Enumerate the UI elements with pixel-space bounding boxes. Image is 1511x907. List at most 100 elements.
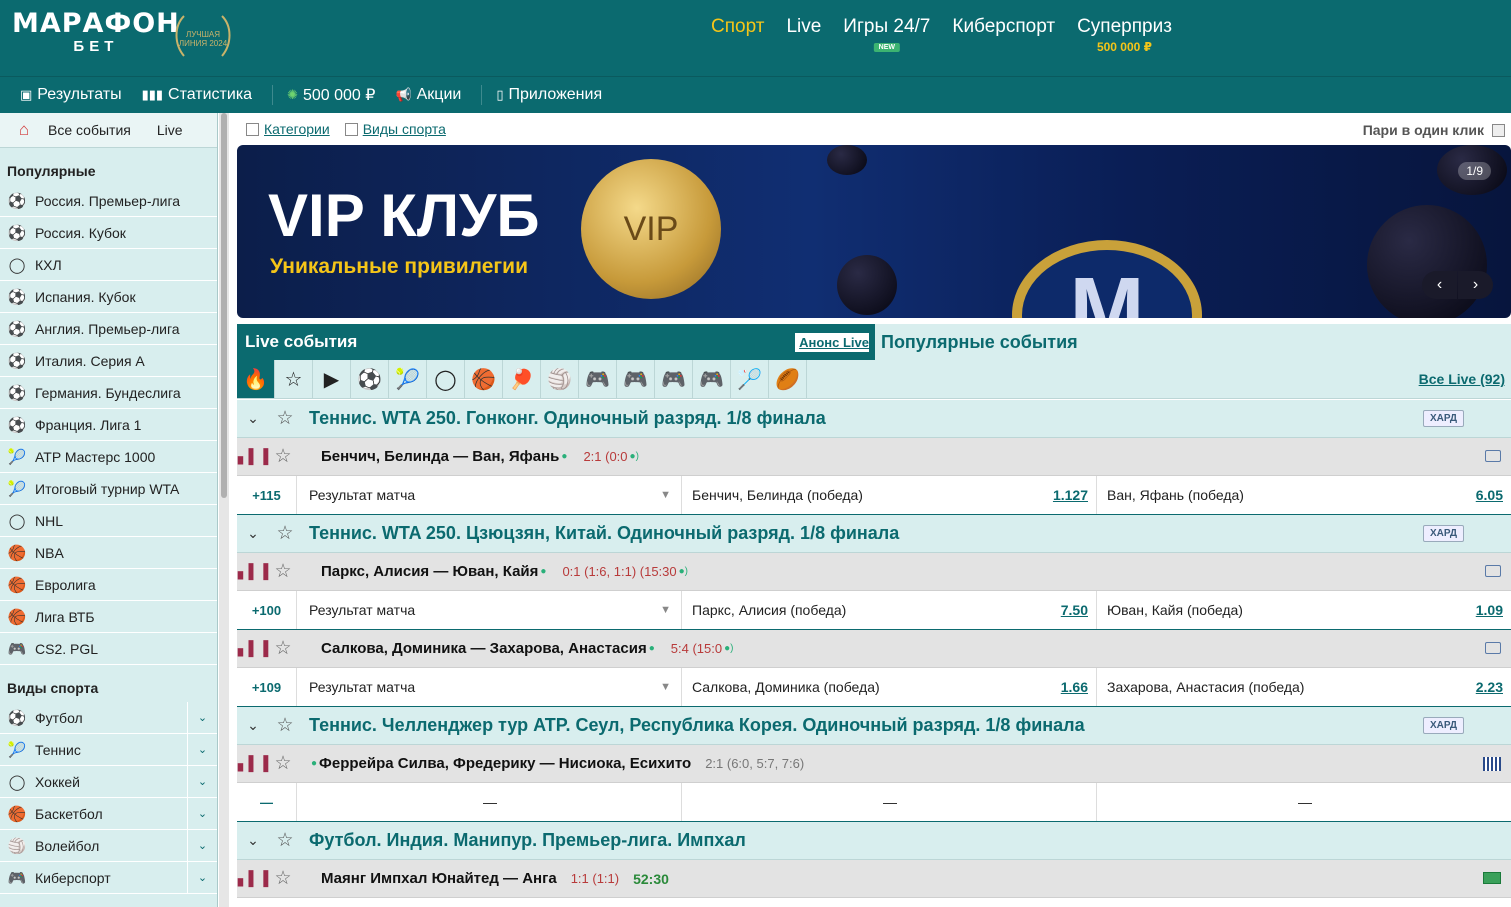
tv-icon[interactable]	[1485, 565, 1501, 577]
tv-icon[interactable]	[1485, 450, 1501, 462]
chevron-down-icon[interactable]: ⌄	[187, 766, 217, 797]
chevron-down-icon[interactable]: ⌄	[187, 830, 217, 861]
sidebar-item[interactable]: 🎾 Теннис ⌄	[0, 734, 217, 766]
sport-types-checkbox[interactable]	[344, 122, 358, 136]
star-icon[interactable]: ☆	[269, 445, 297, 468]
chevron-down-icon[interactable]: ⌄	[237, 717, 269, 734]
sidebar-item[interactable]: ⚽ Англия. Премьер-лига	[0, 313, 217, 345]
fire-icon[interactable]: 🔥	[237, 360, 275, 398]
field-icon[interactable]	[1483, 872, 1501, 884]
tab-popular-events[interactable]: Популярные события	[875, 324, 1078, 360]
nav-sport[interactable]: Спорт	[711, 16, 764, 54]
sidebar-item[interactable]: ⚽ Испания. Кубок	[0, 281, 217, 313]
sidebar-item[interactable]: ⚽ Италия. Серия A	[0, 345, 217, 377]
chevron-down-icon[interactable]: ⌄	[237, 410, 269, 427]
categories-checkbox[interactable]	[246, 122, 259, 136]
stats-icon[interactable]: ▖▌▐	[237, 755, 269, 772]
nav-games[interactable]: Игры 24/7 NEW	[843, 16, 930, 54]
gamepad-icon[interactable]: 🎮	[617, 360, 655, 398]
tv-icon[interactable]	[1485, 642, 1501, 654]
sidebar-item[interactable]: 🏀 Лига ВТБ	[0, 601, 217, 633]
apps-link[interactable]: ▯ Приложения	[496, 86, 602, 104]
star-icon[interactable]: ☆	[269, 752, 297, 775]
chevron-down-icon[interactable]: ⌄	[237, 832, 269, 849]
star-icon[interactable]: ☆	[275, 360, 313, 398]
sidebar-item[interactable]: 🎮 Киберспорт ⌄	[0, 862, 217, 894]
chevron-down-icon[interactable]: ▼	[660, 681, 671, 693]
odd-cell[interactable]: Захарова, Анастасия (победа) 2.23	[1097, 668, 1511, 706]
odd-cell[interactable]: Юван, Кайя (победа) 1.09	[1097, 591, 1511, 629]
sidebar-item[interactable]: ⚽ Россия. Премьер-лига	[0, 185, 217, 217]
league-header[interactable]: ⌄ ☆ Теннис. WTA 250. Цзюцзян, Китай. Одино…	[237, 515, 1511, 553]
star-icon[interactable]: ☆	[269, 637, 297, 660]
match-name[interactable]: Маянг Импхал Юнайтед — Анга	[321, 870, 557, 887]
star-icon[interactable]: ☆	[269, 867, 297, 890]
match-row[interactable]: ▖▌▐ ☆ Бенчич, Белинда — Ван, Яфань ● 2:1 (0:…	[237, 438, 1511, 476]
market-select[interactable]: Результат матча ▼	[297, 591, 682, 629]
chevron-down-icon[interactable]: ⌄	[187, 734, 217, 765]
market-select[interactable]: Результат матча ▼	[297, 476, 682, 514]
table-tennis-icon[interactable]: 🏓	[503, 360, 541, 398]
league-header[interactable]: ⌄ ☆ Теннис. WTA 250. Гонконг. Одиночный ра…	[237, 400, 1511, 438]
tab-live-events[interactable]: Live события Анонс Live	[237, 324, 875, 360]
league-header[interactable]: ⌄ ☆ Теннис. Челленджер тур ATP. Сеул, Респ…	[237, 707, 1511, 745]
gamepad-icon[interactable]: 🎮	[693, 360, 731, 398]
sidebar-item[interactable]: 🏐 Волейбол ⌄	[0, 830, 217, 862]
badminton-icon[interactable]: 🏸	[731, 360, 769, 398]
sidebar-item[interactable]: ⚽ Футбол ⌄	[0, 702, 217, 734]
sidebar-item[interactable]: ◯ КХЛ	[0, 249, 217, 281]
chevron-down-icon[interactable]: ▼	[660, 604, 671, 616]
match-name[interactable]: Феррейра Силва, Фредерику — Нисиока, Еси…	[319, 755, 691, 772]
star-icon[interactable]: ☆	[269, 714, 301, 737]
categories-link[interactable]: Категории	[264, 121, 330, 137]
gamepad-icon[interactable]: 🎮	[655, 360, 693, 398]
odd-cell[interactable]: Бенчич, Белинда (победа) 1.127	[682, 476, 1097, 514]
chevron-down-icon[interactable]: ⌄	[187, 862, 217, 893]
gamepad-icon[interactable]: 🎮	[579, 360, 617, 398]
tab-all-events[interactable]: Все события	[48, 122, 131, 138]
sidebar-scrollbar[interactable]	[219, 113, 229, 907]
odd-value[interactable]: 6.05	[1476, 487, 1503, 503]
odd-value[interactable]: 1.66	[1061, 679, 1088, 695]
prize-link[interactable]: ✺ 500 000 ₽	[287, 85, 375, 105]
promo-banner[interactable]: VIP КЛУБ Уникальные привилегии VIP M 1/9…	[237, 145, 1511, 318]
stats-icon[interactable]: ▖▌▐	[237, 563, 269, 580]
basketball-icon[interactable]: 🏀	[465, 360, 503, 398]
sidebar-item[interactable]: 🎮 CS2. PGL	[0, 633, 217, 665]
tennis-icon[interactable]: 🎾	[389, 360, 427, 398]
chevron-down-icon[interactable]: ⌄	[187, 702, 217, 733]
scrollbar-thumb[interactable]	[221, 113, 227, 498]
prev-arrow-icon[interactable]: ‹	[1422, 271, 1457, 299]
sidebar-item[interactable]: ◯ NHL	[0, 505, 217, 537]
match-row[interactable]: ▖▌▐ ☆ Салкова, Доминика — Захарова, Анаста…	[237, 630, 1511, 668]
odd-value[interactable]: 1.127	[1053, 487, 1088, 503]
odd-cell[interactable]: Салкова, Доминика (победа) 1.66	[682, 668, 1097, 706]
video-icon[interactable]: ▶	[313, 360, 351, 398]
rugby-icon[interactable]: 🏉	[769, 360, 807, 398]
sidebar-item[interactable]: 🏀 Евролига	[0, 569, 217, 601]
star-icon[interactable]: ☆	[269, 829, 301, 852]
football-icon[interactable]: ⚽	[351, 360, 389, 398]
match-name[interactable]: Салкова, Доминика — Захарова, Анастасия	[321, 640, 647, 657]
market-select[interactable]: Результат матча ▼	[297, 668, 682, 706]
chevron-down-icon[interactable]: ⌄	[187, 798, 217, 829]
sidebar-item[interactable]: ⚽ Россия. Кубок	[0, 217, 217, 249]
chevron-down-icon[interactable]: ⌄	[237, 525, 269, 542]
nav-superprize[interactable]: Суперприз 500 000 ₽	[1077, 16, 1172, 54]
more-markets-link[interactable]: +100	[237, 591, 297, 629]
more-markets-link[interactable]: +115	[237, 476, 297, 514]
results-link[interactable]: ▣ Результаты	[20, 86, 122, 104]
star-icon[interactable]: ☆	[269, 522, 301, 545]
hockey-icon[interactable]: ◯	[427, 360, 465, 398]
match-name[interactable]: Бенчич, Белинда — Ван, Яфань	[321, 448, 559, 465]
next-arrow-icon[interactable]: ›	[1458, 271, 1493, 299]
odd-cell[interactable]: Паркс, Алисия (победа) 7.50	[682, 591, 1097, 629]
chevron-down-icon[interactable]: ▼	[660, 489, 671, 501]
home-icon[interactable]: ⌂	[0, 120, 48, 140]
star-icon[interactable]: ☆	[269, 560, 297, 583]
one-click-checkbox[interactable]	[1492, 123, 1505, 137]
sidebar-item[interactable]: ⚽ Германия. Бундеслига	[0, 377, 217, 409]
nav-live[interactable]: Live	[786, 16, 821, 54]
nav-esports[interactable]: Киберспорт	[952, 16, 1055, 54]
star-icon[interactable]: ☆	[269, 407, 301, 430]
